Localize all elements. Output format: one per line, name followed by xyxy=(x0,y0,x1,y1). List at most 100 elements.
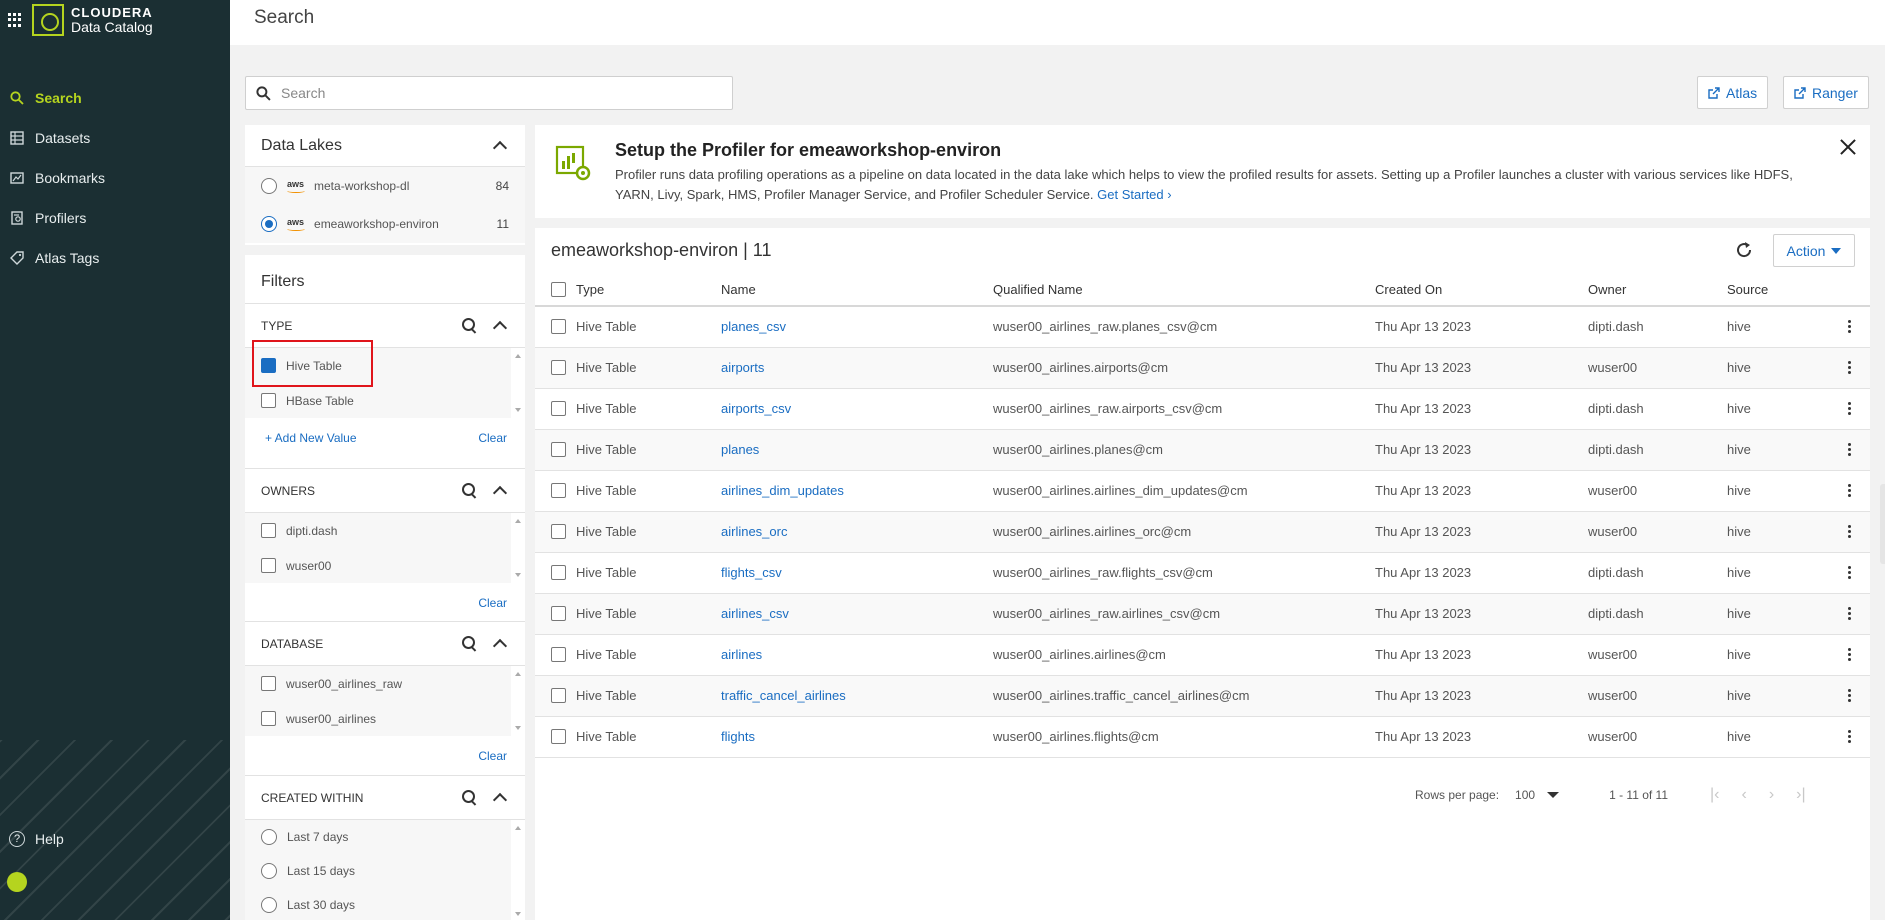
more-options-icon[interactable] xyxy=(1848,443,1852,456)
column-header-owner[interactable]: Owner xyxy=(1588,273,1727,307)
asset-name-link[interactable]: planes xyxy=(721,442,759,457)
sidebar-item-bookmarks[interactable]: Bookmarks xyxy=(0,158,230,198)
chevron-up-icon[interactable] xyxy=(492,140,508,156)
row-checkbox[interactable] xyxy=(551,565,566,580)
filter-checkbox[interactable] xyxy=(261,523,276,538)
filter-radio[interactable] xyxy=(261,829,277,845)
filter-owners-options[interactable]: dipti.dash wuser00 xyxy=(245,513,525,583)
table-row[interactable]: Hive Table airports wuser00_airlines.airpo… xyxy=(535,347,1870,389)
filter-checkbox[interactable] xyxy=(261,558,276,573)
asset-name-link[interactable]: airlines xyxy=(721,647,762,662)
filter-checkbox[interactable] xyxy=(261,358,276,373)
sidebar-item-atlas-tags[interactable]: Atlas Tags xyxy=(0,238,230,278)
more-options-icon[interactable] xyxy=(1848,320,1852,334)
row-checkbox[interactable] xyxy=(551,442,566,457)
row-checkbox[interactable] xyxy=(551,483,566,498)
scrollbar[interactable] xyxy=(513,666,523,736)
filter-radio[interactable] xyxy=(261,897,277,913)
table-row[interactable]: Hive Table traffic_cancel_airlines wuser00… xyxy=(535,675,1870,717)
more-options-icon[interactable] xyxy=(1848,402,1852,415)
filter-type-options[interactable]: Hive Table HBase Table xyxy=(245,348,525,418)
filter-option[interactable]: wuser00_airlines_raw xyxy=(245,666,511,701)
close-icon[interactable] xyxy=(1838,137,1858,157)
search-icon[interactable] xyxy=(461,482,479,500)
row-checkbox[interactable] xyxy=(551,688,566,703)
row-checkbox[interactable] xyxy=(551,319,566,335)
filter-checkbox[interactable] xyxy=(261,711,276,726)
clear-link[interactable]: Clear xyxy=(478,749,507,763)
chevron-up-icon[interactable] xyxy=(492,792,508,808)
more-options-icon[interactable] xyxy=(1848,648,1852,661)
filter-option[interactable]: dipti.dash xyxy=(245,513,511,548)
prev-page-icon[interactable]: ‹ xyxy=(1742,786,1747,804)
more-options-icon[interactable] xyxy=(1848,525,1852,538)
table-row[interactable]: Hive Table airlines_csv wuser00_airlines_r… xyxy=(535,593,1870,635)
asset-name-link[interactable]: planes_csv xyxy=(721,319,786,334)
asset-name-link[interactable]: airlines_orc xyxy=(721,524,787,539)
search-icon[interactable] xyxy=(461,635,479,653)
row-checkbox[interactable] xyxy=(551,647,566,662)
table-row[interactable]: Hive Table planes_csv wuser00_airlines_raw… xyxy=(535,306,1870,348)
filter-option[interactable]: Last 7 days xyxy=(245,820,511,854)
chevron-up-icon[interactable] xyxy=(492,485,508,501)
table-row[interactable]: Hive Table airlines_dim_updates wuser00_ai… xyxy=(535,470,1870,512)
search-icon[interactable] xyxy=(461,789,479,807)
asset-name-link[interactable]: flights xyxy=(721,729,755,744)
sidebar-item-search[interactable]: Search xyxy=(0,78,230,118)
app-switcher-icon[interactable] xyxy=(8,13,22,27)
search-input[interactable] xyxy=(281,85,711,101)
table-row[interactable]: Hive Table planes wuser00_airlines.planes@… xyxy=(535,429,1870,471)
data-lake-radio[interactable] xyxy=(261,216,277,232)
filter-radio[interactable] xyxy=(261,863,277,879)
more-options-icon[interactable] xyxy=(1848,730,1852,743)
data-lake-item[interactable]: aws meta-workshop-dl 84 xyxy=(245,167,525,205)
asset-name-link[interactable]: airports_csv xyxy=(721,401,791,416)
chevron-up-icon[interactable] xyxy=(492,638,508,654)
table-row[interactable]: Hive Table airlines_orc wuser00_airlines.a… xyxy=(535,511,1870,553)
more-options-icon[interactable] xyxy=(1848,361,1852,374)
filter-option[interactable]: wuser00_airlines xyxy=(245,701,511,736)
table-row[interactable]: Hive Table airlines wuser00_airlines.airli… xyxy=(535,634,1870,676)
column-header-created-on[interactable]: Created On xyxy=(1375,273,1588,307)
get-started-link[interactable]: Get Started › xyxy=(1097,187,1171,202)
row-checkbox[interactable] xyxy=(551,729,566,744)
more-options-icon[interactable] xyxy=(1848,689,1852,702)
column-header-type[interactable]: Type xyxy=(576,273,721,307)
filter-option[interactable]: HBase Table xyxy=(245,383,511,418)
add-new-value-link[interactable]: + Add New Value xyxy=(265,431,357,445)
first-page-icon[interactable]: |‹ xyxy=(1710,786,1719,804)
row-checkbox[interactable] xyxy=(551,401,566,416)
action-dropdown[interactable]: Action xyxy=(1773,234,1855,267)
row-checkbox[interactable] xyxy=(551,360,566,375)
filter-option[interactable]: Last 15 days xyxy=(245,854,511,888)
filter-option[interactable]: Last 30 days xyxy=(245,888,511,920)
data-lakes-header[interactable]: Data Lakes xyxy=(245,125,525,167)
table-row[interactable]: Hive Table flights_csv wuser00_airlines_ra… xyxy=(535,552,1870,594)
refresh-icon[interactable] xyxy=(1733,239,1755,261)
filter-option[interactable]: wuser00 xyxy=(245,548,511,583)
chevron-up-icon[interactable] xyxy=(492,320,508,336)
asset-name-link[interactable]: airports xyxy=(721,360,764,375)
column-header-name[interactable]: Name xyxy=(721,273,993,307)
table-row[interactable]: Hive Table flights wuser00_airlines.flight… xyxy=(535,716,1870,758)
column-header-qualified-name[interactable]: Qualified Name xyxy=(993,273,1375,307)
asset-name-link[interactable]: airlines_csv xyxy=(721,606,789,621)
last-page-icon[interactable]: ›| xyxy=(1796,786,1805,804)
scrollbar[interactable] xyxy=(513,348,523,418)
filter-option[interactable]: Hive Table xyxy=(245,348,511,383)
scrollbar[interactable] xyxy=(513,820,523,920)
clear-link[interactable]: Clear xyxy=(478,431,507,445)
search-icon[interactable] xyxy=(461,317,479,335)
clear-link[interactable]: Clear xyxy=(478,596,507,610)
next-page-icon[interactable]: › xyxy=(1769,786,1774,804)
filter-checkbox[interactable] xyxy=(261,676,276,691)
select-all-checkbox[interactable] xyxy=(551,281,566,297)
filter-created-options[interactable]: Last 7 days Last 15 days Last 30 days xyxy=(245,820,525,920)
filter-database-options[interactable]: wuser00_airlines_raw wuser00_airlines xyxy=(245,666,525,736)
table-row[interactable]: Hive Table airports_csv wuser00_airlines_r… xyxy=(535,388,1870,430)
atlas-button[interactable]: Atlas xyxy=(1697,76,1769,109)
more-options-icon[interactable] xyxy=(1848,566,1852,579)
asset-name-link[interactable]: traffic_cancel_airlines xyxy=(721,688,846,703)
filter-checkbox[interactable] xyxy=(261,393,276,408)
help-link[interactable]: ? Help xyxy=(9,831,64,847)
